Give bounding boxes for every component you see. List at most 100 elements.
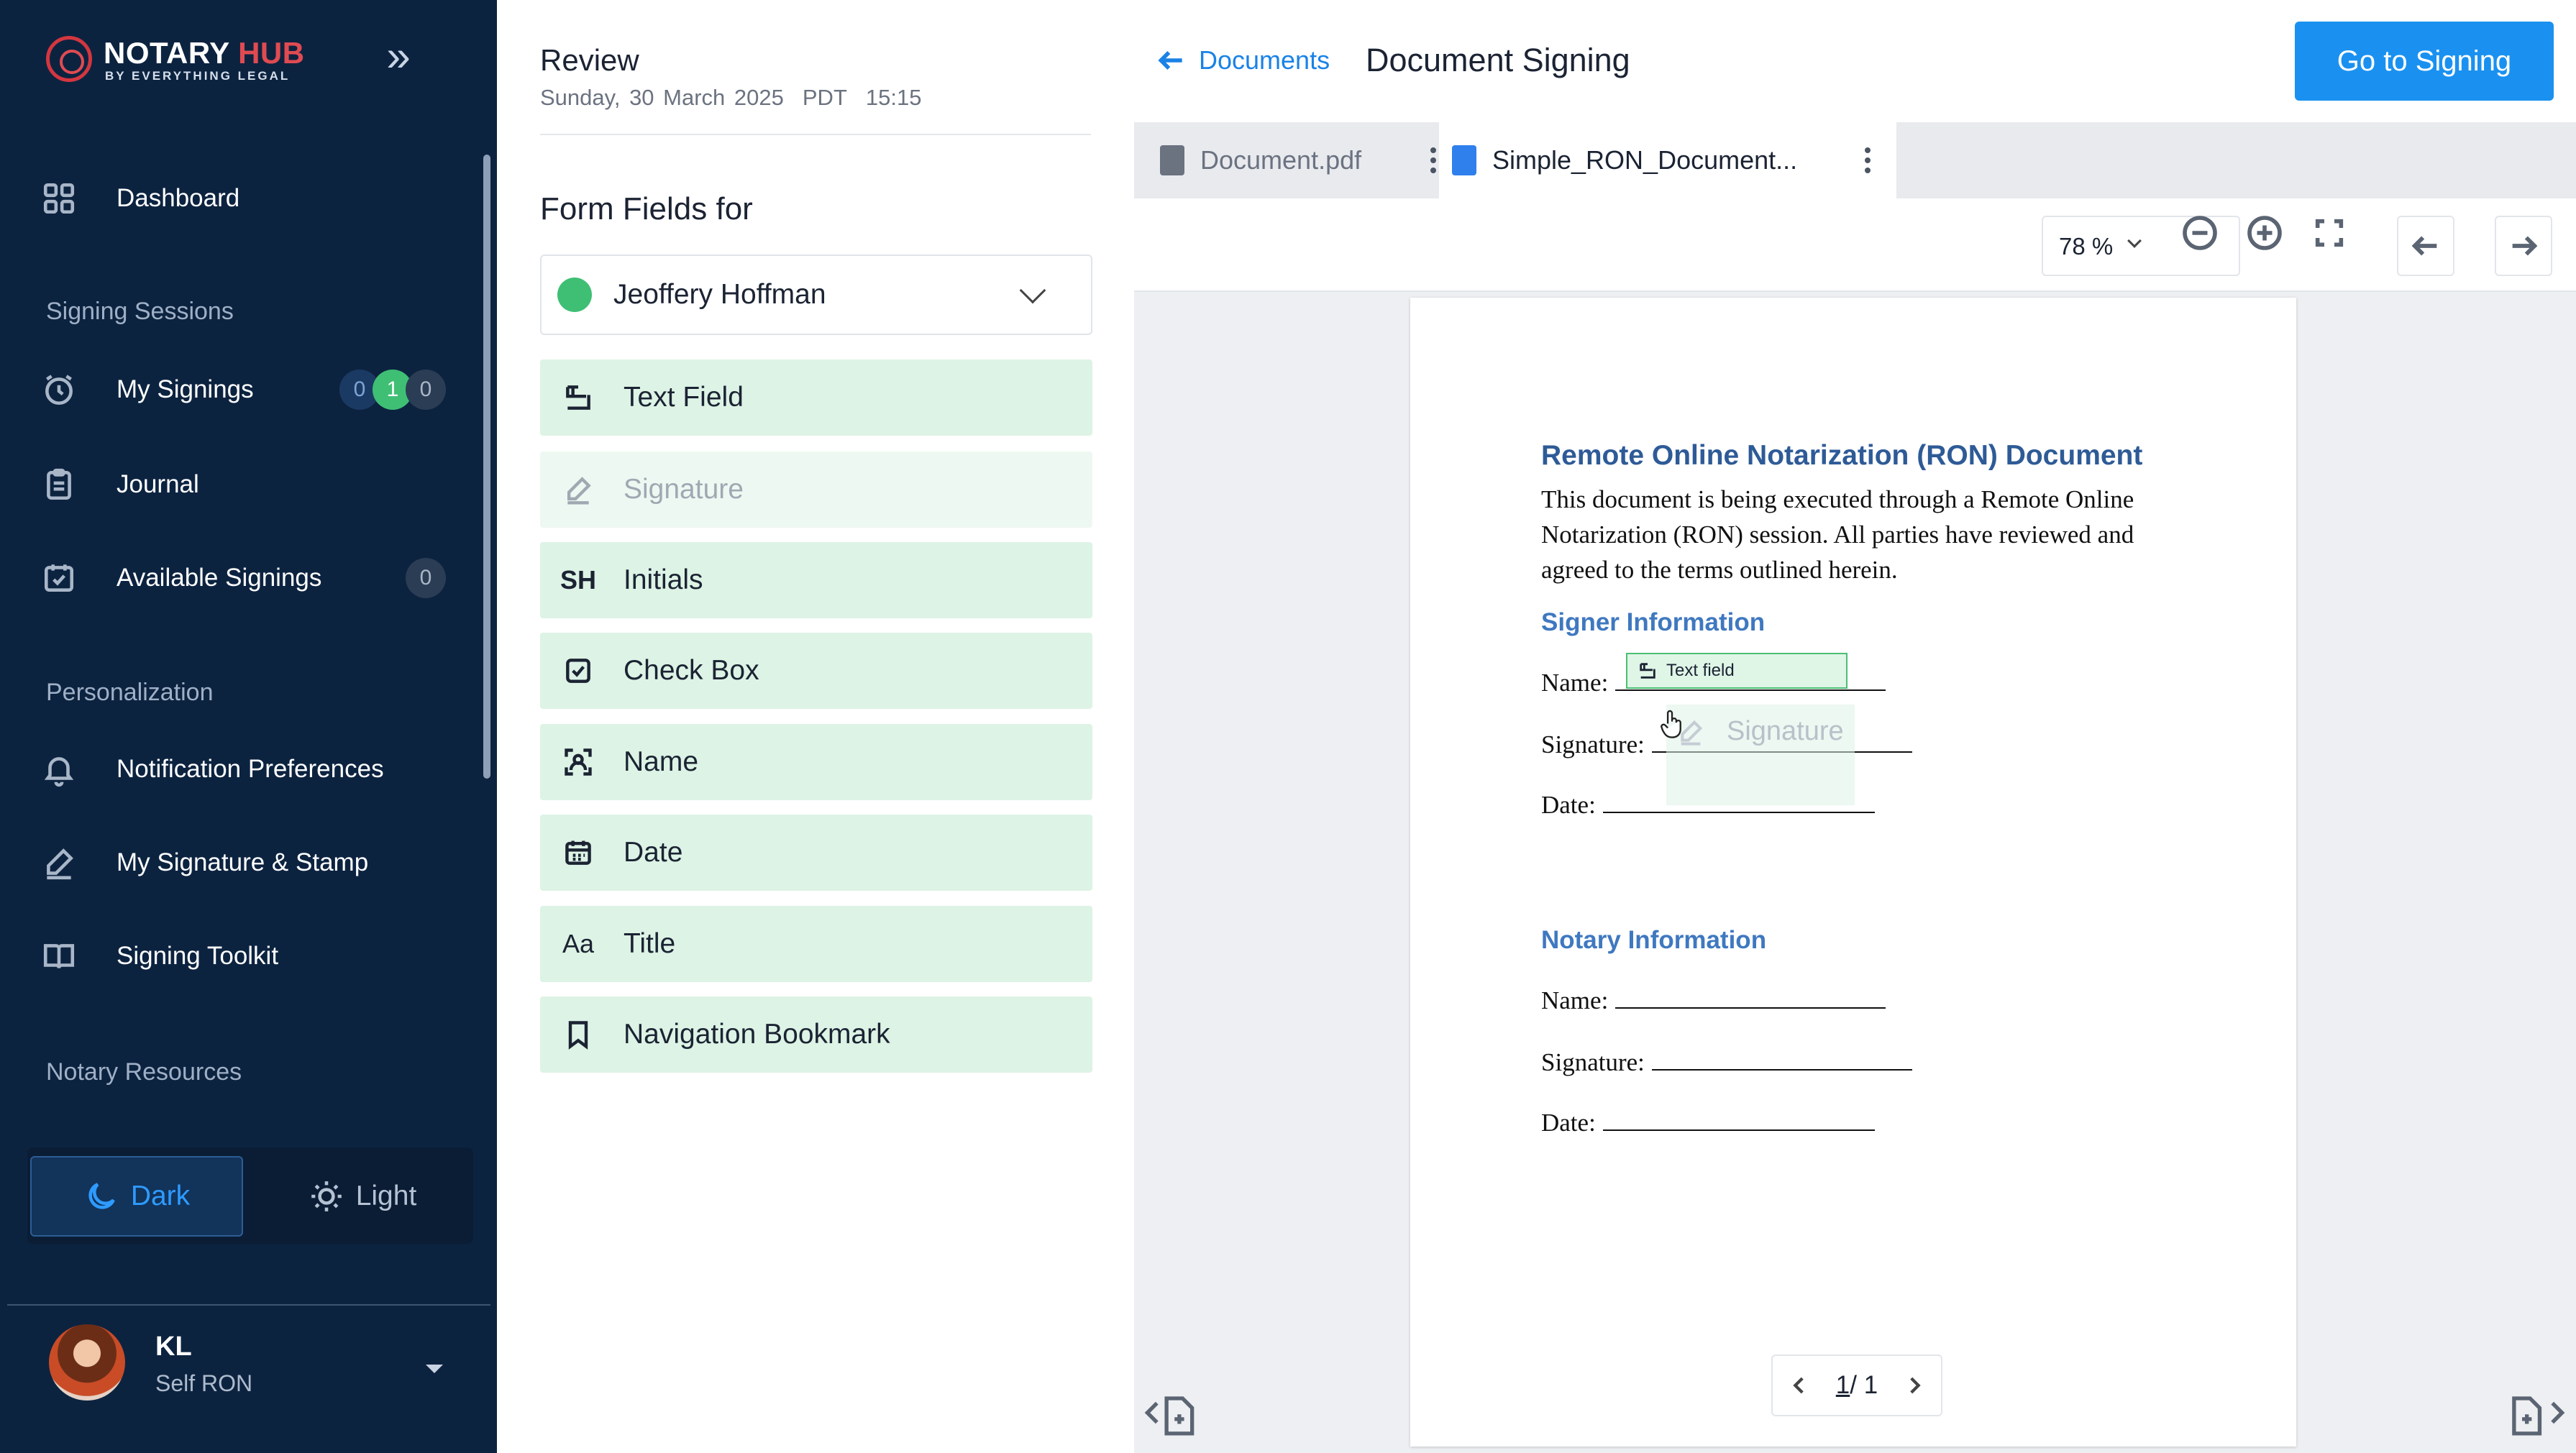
field-date[interactable]: Date (540, 815, 1092, 891)
hand-cursor-icon (1661, 710, 1681, 738)
field-text-field[interactable]: Text Field (540, 359, 1092, 436)
text-field-icon (560, 380, 596, 416)
logo-subtitle: BY EVERYTHING LEGAL (105, 69, 291, 83)
back-to-documents-link[interactable]: Documents (1156, 45, 1330, 76)
calendar-icon (560, 835, 596, 871)
review-date: Sunday, 30 March 2025 (540, 85, 784, 110)
field-label: Initials (624, 564, 703, 595)
app-logo[interactable]: NOTARY HUB (104, 36, 305, 70)
field-initials[interactable]: SH Initials (540, 542, 1092, 618)
doc-notary-date-line[interactable]: Date: (1541, 1109, 1875, 1137)
doc-notary-heading: Notary Information (1541, 926, 1767, 954)
signer-name: Jeoffery Hoffman (613, 279, 826, 310)
page-title: Document Signing (1366, 42, 1630, 78)
checkbox-icon (560, 653, 596, 689)
zoom-level: 78 % (2059, 233, 2114, 260)
doc-notary-signature-line[interactable]: Signature: (1541, 1048, 1912, 1077)
zoom-out-icon[interactable] (2180, 213, 2223, 256)
sidebar-item-notification-preferences[interactable]: Notification Preferences (40, 741, 457, 798)
previous-page-button[interactable] (2397, 216, 2454, 276)
text-field-icon (1640, 663, 1655, 679)
arrow-left-icon (2411, 236, 2437, 256)
go-to-signing-button[interactable]: Go to Signing (2295, 22, 2554, 101)
doc-label: Date: (1541, 791, 1596, 819)
dashboard-icon (40, 180, 78, 217)
sidebar-item-my-signings[interactable]: My Signings 0 1 0 (40, 361, 457, 418)
theme-dark-button[interactable]: Dark (30, 1156, 243, 1237)
review-title: Review (540, 43, 639, 77)
signer-select[interactable]: Jeoffery Hoffman (540, 255, 1092, 335)
tab-more-icon[interactable] (1430, 147, 1436, 173)
placed-text-field[interactable]: Text field (1626, 653, 1847, 689)
field-title[interactable]: Aa Title (540, 906, 1092, 982)
current-page: 1 (1835, 1371, 1850, 1399)
moon-icon (88, 1183, 115, 1209)
viewer-header: Documents Document Signing Go to Signing (1134, 0, 2576, 122)
document-file-icon (1160, 145, 1184, 175)
document-file-icon (1452, 145, 1476, 175)
user-menu-caret-icon[interactable] (426, 1365, 443, 1373)
form-fields-heading: Form Fields for (540, 191, 753, 226)
field-name[interactable]: Name (540, 724, 1092, 800)
chevron-right-icon[interactable] (1902, 1373, 1927, 1398)
doc-label: Name: (1541, 669, 1609, 697)
tab-simple-ron-document[interactable]: Simple_RON_Document... (1439, 122, 1896, 198)
theme-toggle: Dark Light (27, 1147, 473, 1244)
count-badge-available: 0 (406, 558, 446, 598)
field-check-box[interactable]: Check Box (540, 633, 1092, 709)
bell-icon (40, 751, 78, 788)
book-icon (40, 938, 78, 975)
sun-icon (311, 1181, 342, 1211)
doc-signer-heading: Signer Information (1541, 608, 1766, 636)
doc-label: Name: (1541, 986, 1609, 1014)
left-thumbnail-toggle-icon[interactable] (1144, 1388, 1202, 1438)
field-signature[interactable]: Signature (540, 452, 1092, 528)
user-role: Self RON (155, 1370, 253, 1396)
tab-document-pdf[interactable]: Document.pdf (1160, 122, 1462, 198)
next-page-button[interactable] (2495, 216, 2552, 276)
back-link-label: Documents (1199, 45, 1330, 75)
review-time: 15:15 (865, 85, 922, 110)
alarm-clock-icon (40, 371, 78, 408)
avatar[interactable] (49, 1324, 125, 1401)
theme-light-button[interactable]: Light (256, 1156, 469, 1237)
document-page[interactable]: Remote Online Notarization (RON) Documen… (1410, 298, 2296, 1447)
logo-icon (46, 36, 92, 82)
zoom-in-icon[interactable] (2244, 213, 2288, 256)
sidebar-item-dashboard[interactable]: Dashboard (40, 170, 457, 227)
field-label: Date (624, 837, 683, 868)
field-label: Check Box (624, 655, 759, 686)
sidebar-scrollbar[interactable] (483, 155, 490, 779)
sidebar-item-available-signings[interactable]: Available Signings 0 (40, 549, 457, 607)
sidebar-item-journal[interactable]: Journal (40, 456, 457, 513)
page-indicator[interactable]: 1/ 1 (1836, 1371, 1878, 1400)
sidebar-item-label: Dashboard (117, 184, 240, 212)
arrow-left-icon (1158, 51, 1182, 70)
doc-label: Signature: (1541, 1048, 1645, 1076)
sidebar-item-label: My Signature & Stamp (117, 848, 369, 876)
collapse-sidebar-icon[interactable]: » (374, 35, 423, 83)
tab-more-icon[interactable] (1865, 147, 1871, 173)
doc-notary-name-line[interactable]: Name: (1541, 986, 1886, 1015)
review-datetime: Sunday, 30 March 2025 PDT 15:15 (540, 85, 940, 111)
dragging-signature-label: Signature (1727, 716, 1844, 746)
field-label: Title (624, 928, 676, 959)
sidebar-item-signing-toolkit[interactable]: Signing Toolkit (40, 927, 457, 985)
form-fields-panel: Review Sunday, 30 March 2025 PDT 15:15 For… (497, 0, 1134, 1453)
user-initials: KL (155, 1331, 192, 1362)
calendar-check-icon (40, 559, 78, 597)
sidebar-item-signature-stamp[interactable]: My Signature & Stamp (40, 834, 457, 891)
doc-label: Signature: (1541, 730, 1645, 758)
field-label: Signature (624, 474, 744, 505)
field-label: Name (624, 746, 699, 777)
signer-color-dot (557, 278, 592, 312)
right-thumbnail-toggle-icon[interactable] (2508, 1388, 2565, 1438)
clipboard-icon (40, 466, 78, 503)
chevron-left-icon[interactable] (1787, 1373, 1812, 1398)
page-pagination: 1/ 1 (1771, 1355, 1942, 1416)
sidebar-item-label: Notification Preferences (117, 755, 384, 783)
initials-icon: SH (560, 565, 597, 595)
field-navigation-bookmark[interactable]: Navigation Bookmark (540, 996, 1092, 1073)
fullscreen-icon[interactable] (2309, 213, 2352, 256)
doc-heading: Remote Online Notarization (RON) Documen… (1541, 440, 2143, 471)
